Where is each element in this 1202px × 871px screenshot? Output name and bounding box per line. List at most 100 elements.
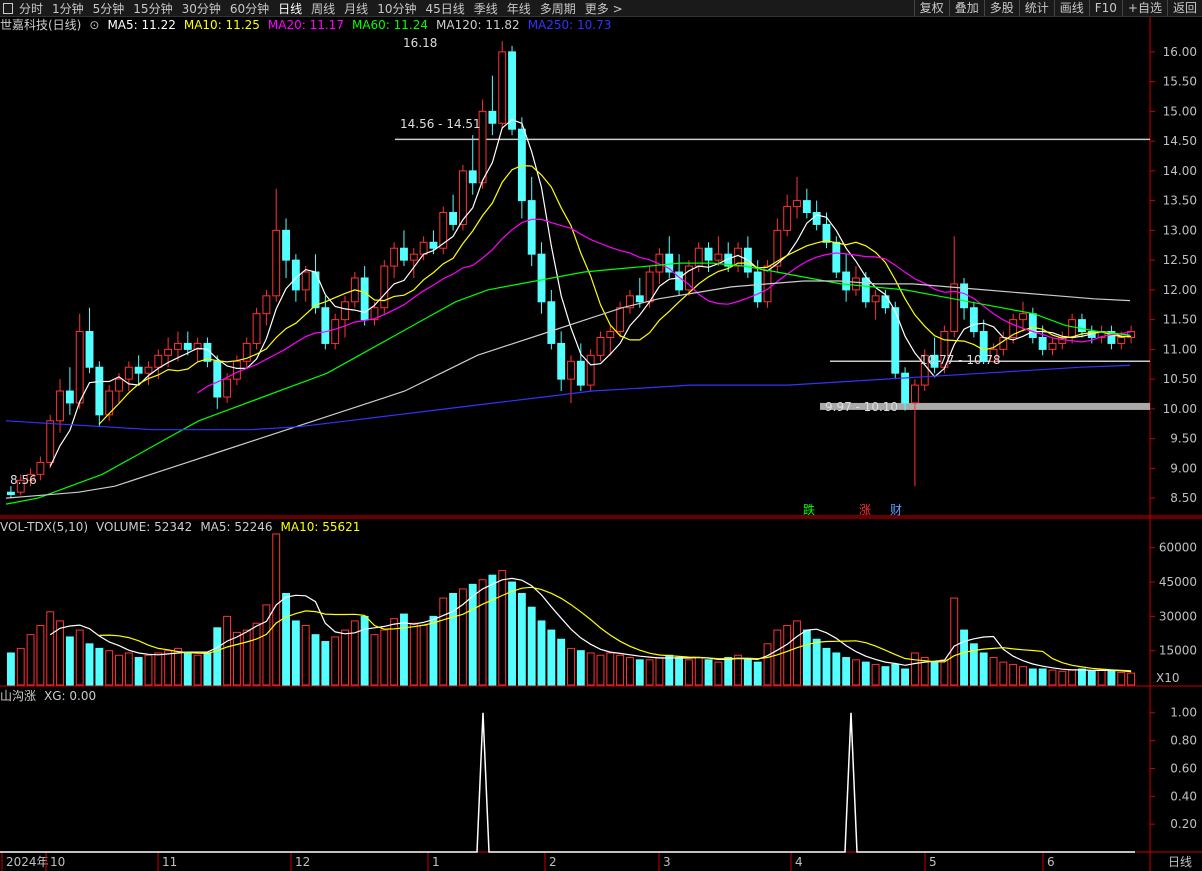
volume-bar <box>979 652 988 686</box>
y-tick-label: 0.80 <box>1170 734 1197 748</box>
price-annotation: 9.97 - 10.10 <box>825 400 898 414</box>
volume-bar <box>950 597 959 686</box>
candle-body <box>331 319 340 344</box>
volume-bar <box>842 657 851 686</box>
y-tick-label: 10.50 <box>1163 372 1197 386</box>
volume-unit-label: X10 <box>1156 671 1180 685</box>
candle-body <box>341 301 349 321</box>
candle-body <box>468 170 477 184</box>
volume-bar <box>174 647 182 686</box>
volume-bar <box>861 661 870 686</box>
volume-bar <box>1078 668 1086 686</box>
volume-bar <box>154 652 163 686</box>
volume-bar <box>832 652 841 686</box>
volume-bar <box>370 634 379 686</box>
volume-bar <box>793 620 801 686</box>
volume-bar <box>960 629 968 686</box>
volume-bar <box>223 615 232 686</box>
ma5-line <box>49 119 1132 467</box>
volume-bar <box>400 613 408 686</box>
x-tick-label: 3 <box>663 855 671 869</box>
volume-bar <box>203 652 212 686</box>
volume-bar <box>85 643 94 686</box>
volume-bar <box>331 636 340 686</box>
candle-body <box>409 253 418 261</box>
volume-bar <box>773 629 782 686</box>
candle-body <box>282 229 290 261</box>
volume-bar <box>999 661 1008 686</box>
volume-bar <box>124 652 133 686</box>
volume-bar <box>1068 669 1077 686</box>
candle-body <box>871 295 880 303</box>
stock-chart[interactable]: 8.509.009.5010.0010.5011.0011.5012.0012.… <box>0 0 1202 871</box>
volume-bar <box>724 657 733 686</box>
y-tick-label: 30000 <box>1159 609 1197 623</box>
volume-bar <box>537 620 546 686</box>
candle-body <box>596 336 605 356</box>
candle-body <box>557 342 566 380</box>
ma10-line <box>98 164 1132 425</box>
volume-bar <box>341 629 349 686</box>
volume-bar <box>1019 666 1027 686</box>
volume-bar <box>75 629 84 686</box>
x-tick-label: 10 <box>50 855 65 869</box>
volume-bar <box>458 588 467 686</box>
candle-body <box>115 378 123 392</box>
volume-bar <box>645 659 654 686</box>
candle-body <box>802 200 811 214</box>
candle-body <box>301 271 310 291</box>
volume-bar <box>360 615 369 686</box>
volume-bar <box>783 625 792 686</box>
volume-bar <box>439 597 448 686</box>
y-tick-label: 15.50 <box>1163 75 1197 89</box>
y-tick-label: 9.50 <box>1170 432 1197 446</box>
candle-body <box>400 247 408 261</box>
candle-body <box>154 354 163 368</box>
candle-body <box>576 360 585 386</box>
volume-bar <box>409 622 418 686</box>
volume-bar <box>901 668 910 686</box>
y-tick-label: 11.00 <box>1163 342 1197 356</box>
volume-bar <box>301 625 310 686</box>
volume-bar <box>743 659 752 686</box>
candle-body <box>134 366 143 374</box>
volume-bar <box>105 650 114 686</box>
candle-body <box>488 110 497 124</box>
volume-bar <box>468 583 477 686</box>
volume-bar <box>1127 672 1136 686</box>
volume-bar <box>213 627 222 686</box>
volume-bar <box>429 615 438 686</box>
volume-bar <box>596 654 605 686</box>
y-tick-label: 14.00 <box>1163 164 1197 178</box>
candle-body <box>537 253 546 303</box>
volume-bar <box>655 657 664 686</box>
volume-bar <box>675 657 684 686</box>
volume-bar <box>1048 669 1057 686</box>
x-tick-label: 11 <box>162 855 177 869</box>
volume-bar <box>989 657 998 686</box>
volume-bar <box>478 579 487 686</box>
candle-body <box>635 295 644 303</box>
candle-body <box>174 342 182 350</box>
x-tick-label: 5 <box>929 855 937 869</box>
y-tick-label: 10.00 <box>1163 402 1197 416</box>
volume-bar <box>567 647 575 686</box>
volume-bar <box>350 620 359 686</box>
volume-bar <box>822 647 831 686</box>
y-tick-label: 12.00 <box>1163 283 1197 297</box>
y-tick-label: 8.50 <box>1170 491 1197 505</box>
candle-body <box>498 51 507 124</box>
volume-bar <box>871 663 880 686</box>
y-tick-label: 15.00 <box>1163 104 1197 118</box>
volume-bar <box>606 652 615 686</box>
candle-body <box>567 360 575 380</box>
candle-body <box>6 491 15 496</box>
volume-bar <box>321 641 330 686</box>
volume-bar <box>16 647 25 686</box>
period-label: 日线 <box>1168 855 1192 869</box>
volume-bar <box>714 661 723 686</box>
candle-body <box>508 51 516 130</box>
y-tick-label: 0.40 <box>1170 789 1197 803</box>
volume-bar <box>193 654 202 686</box>
volume-bar <box>940 659 949 686</box>
